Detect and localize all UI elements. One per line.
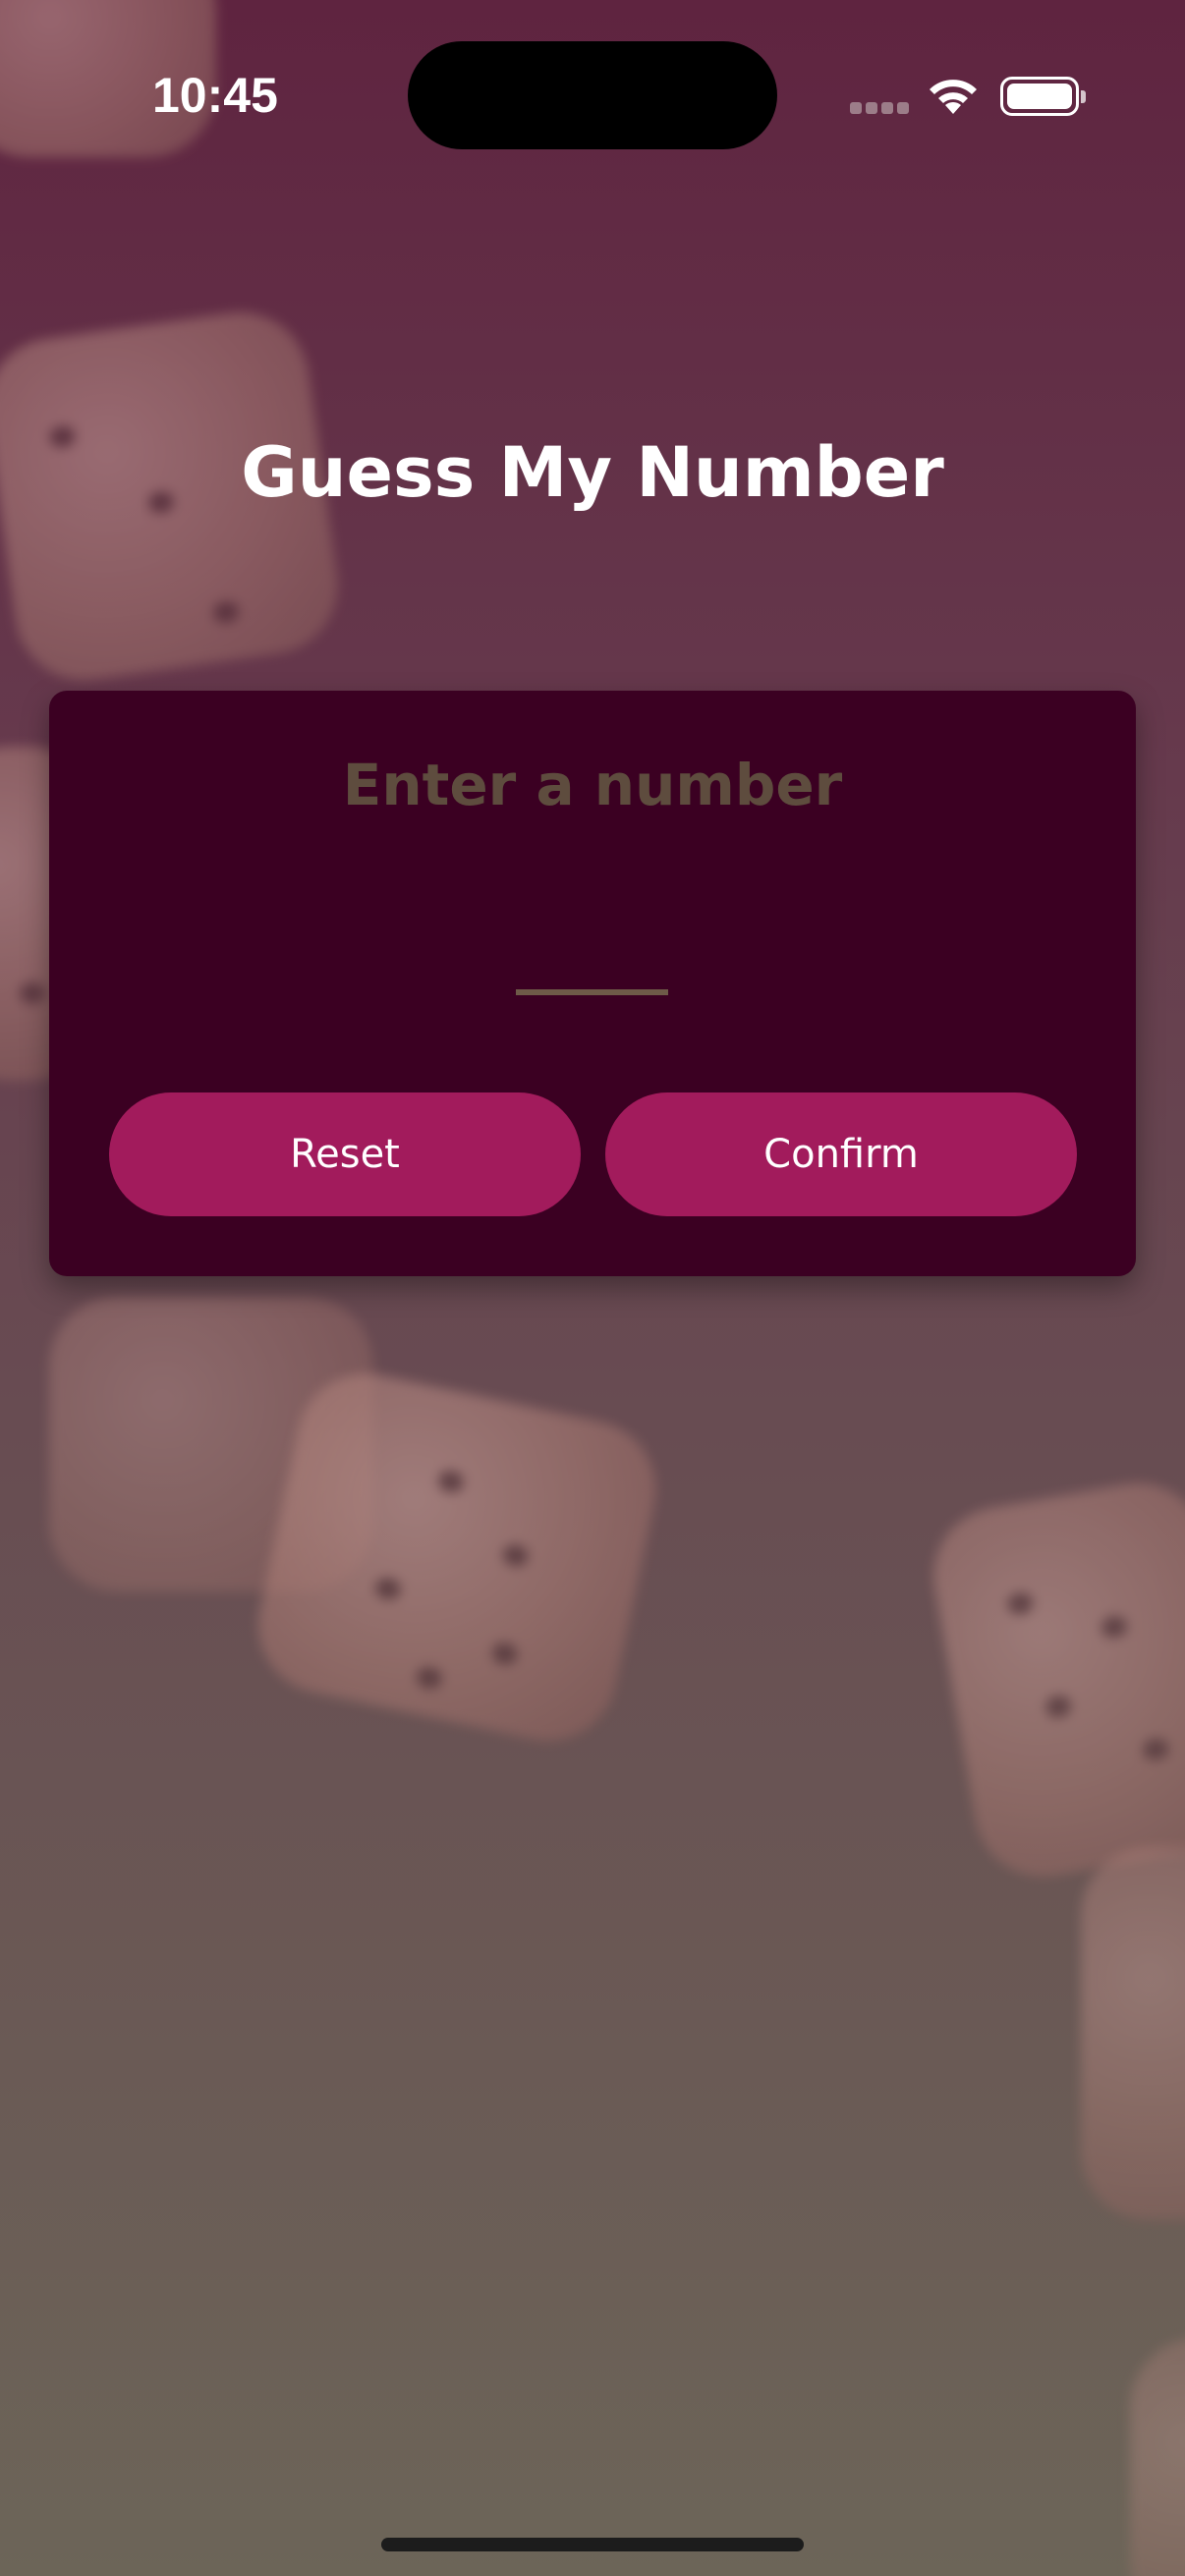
- dynamic-island: [408, 41, 777, 149]
- status-time: 10:45: [152, 68, 278, 123]
- die-image: [1081, 1847, 1185, 2220]
- battery-icon: [1000, 77, 1086, 116]
- die-image: [1130, 2338, 1185, 2576]
- die-image: [923, 1472, 1185, 1888]
- wifi-icon: [930, 80, 977, 114]
- dice-background: [0, 0, 1185, 2576]
- confirm-button[interactable]: Confirm: [605, 1092, 1077, 1216]
- reset-button[interactable]: Reset: [109, 1092, 581, 1216]
- die-image: [245, 1361, 669, 1754]
- cellular-signal-icon: [850, 102, 909, 116]
- screen-title: Guess My Number: [241, 432, 944, 513]
- input-prompt: Enter a number: [342, 752, 843, 818]
- status-bar: 10:45: [0, 0, 1185, 187]
- number-input-card: Enter a number Reset Confirm: [49, 691, 1136, 1276]
- number-input[interactable]: [516, 917, 668, 995]
- home-indicator[interactable]: [381, 2538, 804, 2551]
